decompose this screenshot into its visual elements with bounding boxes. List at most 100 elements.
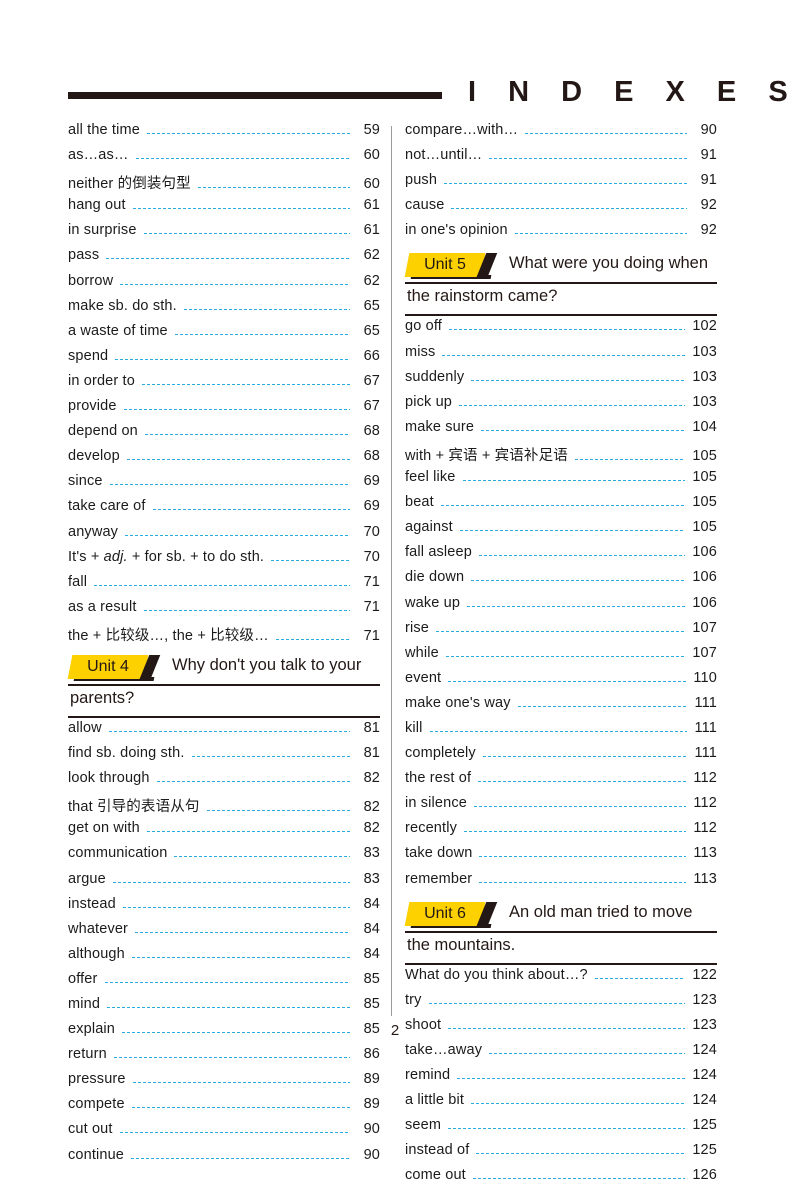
- index-entry[interactable]: provide 67: [68, 398, 380, 423]
- index-entry[interactable]: borrow 62: [68, 273, 380, 298]
- index-entry[interactable]: event 110: [405, 670, 717, 695]
- index-entry[interactable]: make sb. do sth. 65: [68, 298, 380, 323]
- dot-leader: [524, 133, 687, 134]
- index-entry[interactable]: look through 82: [68, 770, 380, 795]
- dot-leader: [190, 756, 350, 758]
- unit-heading: Unit 4 Why don't you talk to your parents?: [67, 654, 380, 718]
- unit-badge[interactable]: Unit 6: [404, 901, 498, 928]
- index-entry[interactable]: while 107: [405, 645, 717, 670]
- unit-badge[interactable]: Unit 5: [404, 253, 498, 280]
- index-entry[interactable]: a little bit 124: [405, 1092, 717, 1117]
- entry-term: What do you think about…?: [405, 966, 588, 983]
- entry-term: take…away: [405, 1041, 483, 1058]
- entry-term: while: [405, 644, 439, 661]
- index-entry[interactable]: make sure 104: [405, 419, 717, 444]
- index-entry[interactable]: take down 113: [405, 845, 717, 870]
- index-entry[interactable]: spend 66: [68, 348, 380, 373]
- dot-leader: [444, 655, 686, 657]
- index-entry[interactable]: wake up 106: [405, 595, 717, 620]
- index-entry[interactable]: since 69: [68, 473, 380, 498]
- index-entry[interactable]: take…away 124: [405, 1042, 717, 1067]
- index-entry[interactable]: communication 83: [68, 845, 380, 870]
- index-entry[interactable]: neither 的倒装句型 60: [68, 172, 380, 197]
- entry-page-number: 111: [694, 694, 717, 711]
- index-entry[interactable]: cause 92: [405, 197, 717, 222]
- index-entry[interactable]: miss 103: [405, 344, 717, 369]
- index-entry[interactable]: as…as… 60: [68, 147, 380, 172]
- unit-title-line-2: parents?: [70, 688, 135, 707]
- index-entry[interactable]: allow 81: [68, 720, 380, 745]
- index-entry[interactable]: against 105: [405, 519, 717, 544]
- index-entry[interactable]: compete 89: [68, 1096, 380, 1121]
- index-entry[interactable]: with + 宾语 + 宾语补足语 105: [405, 444, 717, 469]
- index-entry[interactable]: seem 125: [405, 1117, 717, 1142]
- index-entry[interactable]: develop 68: [68, 448, 380, 473]
- index-entry[interactable]: go off 102: [405, 318, 717, 343]
- index-entry[interactable]: compare…with… 90: [405, 122, 717, 147]
- entry-page-number: 106: [692, 594, 717, 611]
- index-entry[interactable]: mind 85: [68, 996, 380, 1021]
- index-entry[interactable]: fall asleep 106: [405, 544, 717, 569]
- index-entry[interactable]: make one's way 111: [405, 695, 717, 720]
- index-entry[interactable]: offer 85: [68, 971, 380, 996]
- index-entry[interactable]: instead of 125: [405, 1142, 717, 1167]
- index-entry[interactable]: although 84: [68, 946, 380, 971]
- index-entry[interactable]: beat 105: [405, 494, 717, 519]
- index-entry[interactable]: all the time 59: [68, 122, 380, 147]
- index-entry[interactable]: kill 111: [405, 720, 717, 745]
- entry-page-number: 82: [363, 799, 380, 816]
- index-entry[interactable]: whatever 84: [68, 921, 380, 946]
- unit-title-line-1: Why don't you talk to your: [172, 655, 362, 674]
- index-entry[interactable]: die down 106: [405, 569, 717, 594]
- index-entry[interactable]: take care of 69: [68, 498, 380, 523]
- index-entry[interactable]: anyway 70: [68, 524, 380, 549]
- index-entry[interactable]: recently 112: [405, 820, 717, 845]
- index-entry[interactable]: in silence 112: [405, 795, 717, 820]
- index-entry[interactable]: remind 124: [405, 1067, 717, 1092]
- index-entry[interactable]: continue 90: [68, 1147, 380, 1172]
- unit-badge[interactable]: Unit 4: [67, 654, 161, 681]
- index-entry[interactable]: return 86: [68, 1046, 380, 1071]
- index-entry[interactable]: pressure 89: [68, 1071, 380, 1096]
- entry-term: find sb. doing sth.: [68, 745, 185, 762]
- dot-leader: [114, 358, 350, 360]
- index-entry[interactable]: in surprise 61: [68, 222, 380, 247]
- index-entry[interactable]: the + 比较级…, the + 比较级… 71: [68, 624, 380, 649]
- index-entry[interactable]: suddenly 103: [405, 369, 717, 394]
- index-entry[interactable]: not…until… 91: [405, 147, 717, 172]
- index-entry[interactable]: in one's opinion 92: [405, 222, 717, 247]
- index-entry[interactable]: get on with 82: [68, 820, 380, 845]
- dot-leader: [488, 1052, 686, 1054]
- index-entry[interactable]: a waste of time 65: [68, 323, 380, 348]
- index-entry[interactable]: depend on 68: [68, 423, 380, 448]
- index-entry[interactable]: rise 107: [405, 620, 717, 645]
- index-entry[interactable]: in order to 67: [68, 373, 380, 398]
- entry-page-number: 123: [692, 991, 717, 1008]
- index-entry[interactable]: hang out 61: [68, 197, 380, 222]
- unit-title-underline: [68, 715, 380, 718]
- index-entry[interactable]: the rest of 112: [405, 770, 717, 795]
- index-entry[interactable]: pass 62: [68, 247, 380, 272]
- index-entry[interactable]: What do you think about…? 122: [405, 967, 717, 992]
- index-entry[interactable]: feel like 105: [405, 469, 717, 494]
- index-entry[interactable]: fall 71: [68, 574, 380, 599]
- dot-leader: [439, 505, 686, 507]
- column-divider: [391, 126, 392, 1016]
- index-entry[interactable]: come out 126: [405, 1167, 717, 1192]
- index-entry[interactable]: that 引导的表语从句 82: [68, 795, 380, 820]
- entry-page-number: 92: [700, 197, 717, 214]
- index-entry[interactable]: try 123: [405, 992, 717, 1017]
- index-entry[interactable]: remember 113: [405, 871, 717, 896]
- index-entry[interactable]: argue 83: [68, 871, 380, 896]
- index-entry[interactable]: find sb. doing sth. 81: [68, 745, 380, 770]
- unit-heading-line-2: parents?: [68, 686, 380, 718]
- index-entry[interactable]: It's + adj. + for sb. + to do sth. 70: [68, 549, 380, 574]
- index-entry[interactable]: cut out 90: [68, 1121, 380, 1146]
- dot-leader: [458, 404, 686, 406]
- index-entry[interactable]: completely 111: [405, 745, 717, 770]
- index-entry[interactable]: instead 84: [68, 896, 380, 921]
- dot-leader: [130, 1107, 350, 1109]
- index-entry[interactable]: as a result 71: [68, 599, 380, 624]
- index-entry[interactable]: push 91: [405, 172, 717, 197]
- index-entry[interactable]: pick up 103: [405, 394, 717, 419]
